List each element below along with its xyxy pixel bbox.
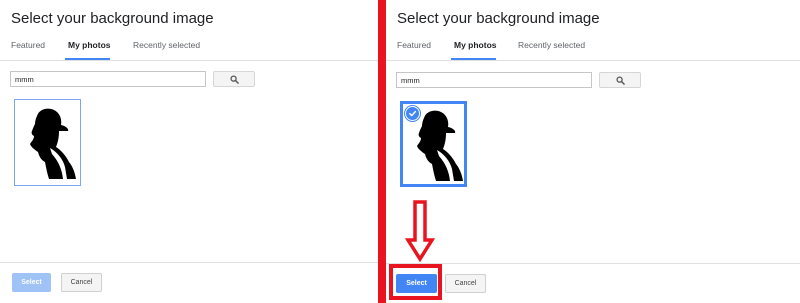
silhouette-image — [30, 108, 76, 179]
dialog-title: Select your background image — [397, 10, 600, 27]
tab-recently-selected[interactable]: Recently selected — [133, 40, 200, 50]
footer-divider — [386, 263, 800, 264]
tabs-divider — [386, 60, 800, 61]
photo-thumbnail[interactable] — [14, 99, 81, 186]
search-button[interactable] — [213, 71, 255, 87]
cancel-button[interactable]: Cancel — [61, 273, 102, 292]
search-icon — [615, 75, 625, 85]
selected-badge — [405, 106, 420, 121]
photo-thumbnail-selected[interactable] — [400, 101, 467, 187]
search-input[interactable]: mmm — [396, 72, 592, 88]
tab-my-photos[interactable]: My photos — [454, 40, 497, 50]
tab-featured[interactable]: Featured — [11, 40, 45, 50]
tab-bar: Featured My photos Recently selected — [386, 34, 800, 60]
tab-bar: Featured My photos Recently selected — [0, 34, 378, 60]
select-button-highlight — [389, 264, 442, 300]
dialog-title: Select your background image — [11, 10, 214, 27]
annotation-separator — [378, 0, 386, 303]
tab-my-photos[interactable]: My photos — [68, 40, 111, 50]
search-input[interactable]: mmm — [10, 71, 206, 87]
background-picker-before: Select your background image Featured My… — [0, 0, 378, 303]
checkmark-icon — [409, 110, 417, 117]
down-arrow-icon — [405, 200, 435, 262]
background-picker-after: Select your background image Featured My… — [386, 0, 800, 303]
search-button[interactable] — [599, 72, 641, 88]
footer-divider — [0, 262, 378, 263]
tabs-divider — [0, 60, 378, 61]
cancel-button[interactable]: Cancel — [445, 274, 486, 293]
tab-featured[interactable]: Featured — [397, 40, 431, 50]
search-icon — [229, 74, 239, 84]
select-button[interactable]: Select — [12, 273, 51, 292]
tab-recently-selected[interactable]: Recently selected — [518, 40, 585, 50]
